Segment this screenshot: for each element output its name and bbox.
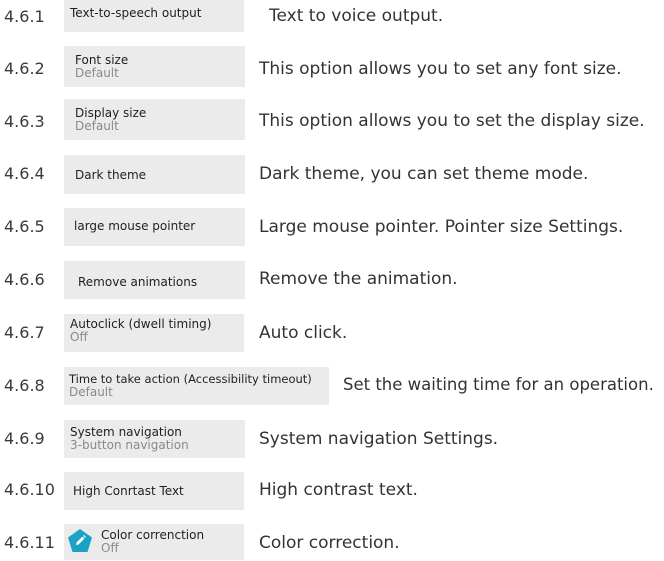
section-row-4-6-5: 4.6.5 large mouse pointer Large mouse po… (0, 208, 664, 248)
section-row-4-6-11: 4.6.11 Color correnction Off Color corre… (0, 524, 664, 561)
section-row-4-6-4: 4.6.4 Dark theme Dark theme, you can set… (0, 155, 664, 197)
setting-description: Remove the animation. (259, 269, 458, 289)
section-number: 4.6.7 (4, 323, 45, 342)
setting-subtitle: Default (75, 119, 119, 133)
setting-title: Autoclick (dwell timing) (70, 317, 212, 331)
section-row-4-6-9: 4.6.9 System navigation 3-button navigat… (0, 420, 664, 460)
setting-item-font-size[interactable]: Font size Default (64, 46, 245, 87)
setting-item-autoclick[interactable]: Autoclick (dwell timing) Off (64, 314, 244, 352)
setting-description: Dark theme, you can set theme mode. (259, 164, 589, 184)
setting-title: Dark theme (75, 168, 147, 182)
setting-subtitle: Off (70, 330, 88, 344)
section-number: 4.6.2 (4, 59, 45, 78)
section-row-4-6-8: 4.6.8 Time to take action (Accessibility… (0, 367, 664, 407)
pencil-icon (68, 529, 92, 552)
section-number: 4.6.9 (4, 429, 45, 448)
setting-subtitle: Off (101, 541, 119, 555)
setting-description: Auto click. (259, 323, 348, 343)
section-row-4-6-10: 4.6.10 High Conrtast Text High contrast … (0, 472, 664, 512)
setting-description: High contrast text. (259, 480, 418, 500)
setting-item-text-to-speech[interactable]: Text-to-speech output (64, 0, 244, 32)
setting-subtitle: 3-button navigation (70, 438, 189, 452)
setting-item-large-mouse-pointer[interactable]: large mouse pointer (64, 208, 245, 246)
section-row-4-6-6: 4.6.6 Remove animations Remove the anima… (0, 261, 664, 301)
setting-title: High Conrtast Text (73, 484, 184, 498)
setting-description: Text to voice output. (269, 6, 444, 26)
section-number: 4.6.6 (4, 270, 45, 289)
setting-item-color-correction[interactable]: Color correnction Off (64, 524, 244, 560)
setting-title: Text-to-speech output (70, 6, 202, 20)
section-row-4-6-1: 4.6.1 Text-to-speech output Text to voic… (0, 0, 664, 34)
section-number: 4.6.11 (4, 533, 55, 552)
section-number: 4.6.10 (4, 480, 55, 499)
section-number: 4.6.3 (4, 112, 45, 131)
section-row-4-6-2: 4.6.2 Font size Default This option allo… (0, 46, 664, 90)
setting-description: Color correction. (259, 533, 400, 553)
section-number: 4.6.5 (4, 217, 45, 236)
section-row-4-6-3: 4.6.3 Display size Default This option a… (0, 99, 664, 141)
section-row-4-6-7: 4.6.7 Autoclick (dwell timing) Off Auto … (0, 314, 664, 354)
setting-title: Color correnction (101, 528, 205, 542)
setting-item-high-contrast-text[interactable]: High Conrtast Text (64, 472, 244, 510)
setting-description: This option allows you to set the displa… (259, 111, 645, 131)
setting-item-accessibility-timeout[interactable]: Time to take action (Accessibility timeo… (64, 367, 329, 405)
setting-item-remove-animations[interactable]: Remove animations (64, 261, 245, 299)
setting-item-system-navigation[interactable]: System navigation 3-button navigation (64, 420, 245, 458)
setting-description: This option allows you to set any font s… (259, 59, 622, 79)
setting-description: System navigation Settings. (259, 429, 499, 449)
setting-subtitle: Default (75, 66, 119, 80)
setting-item-display-size[interactable]: Display size Default (64, 99, 245, 140)
setting-title: large mouse pointer (74, 219, 196, 233)
setting-description: Large mouse pointer. Pointer size Settin… (259, 217, 624, 237)
setting-description: Set the waiting time for an operation. (343, 375, 654, 394)
setting-title: Remove animations (78, 275, 198, 289)
section-number: 4.6.8 (4, 376, 45, 395)
setting-item-dark-theme[interactable]: Dark theme (64, 155, 245, 194)
section-number: 4.6.1 (4, 7, 45, 26)
section-number: 4.6.4 (4, 164, 45, 183)
setting-subtitle: Default (69, 385, 113, 399)
